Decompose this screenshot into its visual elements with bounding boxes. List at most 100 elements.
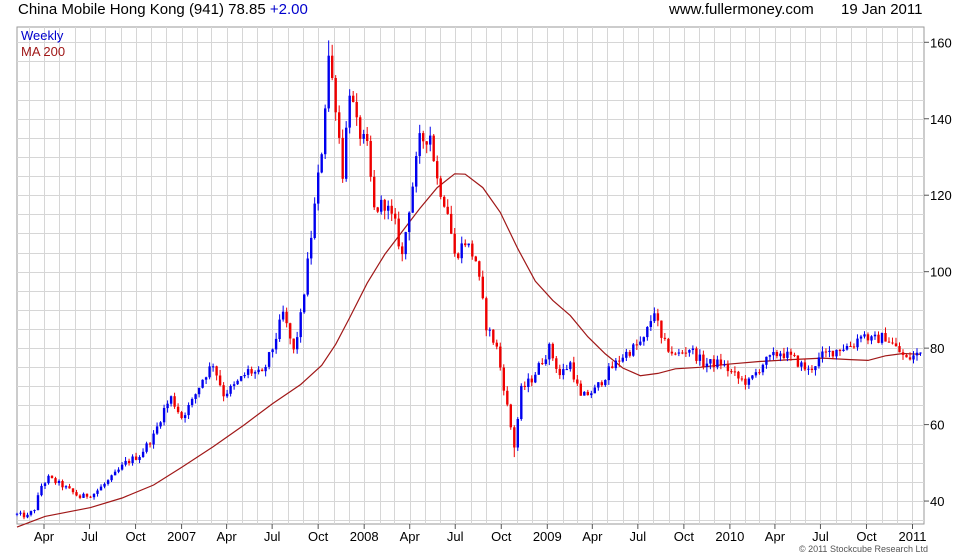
candle-body <box>92 493 96 498</box>
candle-body <box>681 352 684 354</box>
candle-body <box>583 391 586 396</box>
candle-body <box>814 366 817 371</box>
candle-body <box>817 357 821 367</box>
candle-body <box>467 243 470 246</box>
candle-body <box>723 364 726 366</box>
candle-body <box>737 371 740 379</box>
candle-body <box>765 356 768 365</box>
candle-body <box>873 334 877 337</box>
candle-body <box>516 419 519 448</box>
candle-body <box>779 353 782 357</box>
candle-body <box>579 383 582 396</box>
candle-body <box>64 486 68 488</box>
candle-body <box>110 475 113 481</box>
candle-body <box>859 336 863 339</box>
candle-body <box>215 366 218 376</box>
candle-body <box>478 261 481 277</box>
candle-body <box>551 343 554 359</box>
candle-body <box>303 294 306 313</box>
candle-body <box>327 55 330 109</box>
candle-body <box>908 357 912 360</box>
candle-body <box>600 382 603 386</box>
candle-body <box>635 344 638 346</box>
x-tick-label: Oct <box>308 529 329 544</box>
copyright: © 2011 Stockcube Research Ltd <box>798 544 928 554</box>
legend-weekly: Weekly <box>21 28 64 43</box>
candle-body <box>800 362 803 367</box>
candle-body <box>705 363 709 367</box>
candle-body <box>733 371 737 373</box>
candle-body <box>47 475 50 484</box>
candle-body <box>317 172 320 204</box>
candle-body <box>782 353 786 358</box>
candle-body <box>628 351 631 356</box>
candle-body <box>85 493 89 497</box>
candle-body <box>649 321 652 327</box>
x-tick-label: Apr <box>400 529 421 544</box>
candle-body <box>159 422 162 427</box>
candle-body <box>50 475 54 478</box>
candle-body <box>611 366 614 369</box>
candle-body <box>495 342 498 347</box>
candle-body <box>96 490 99 494</box>
candle-body <box>915 352 919 356</box>
candle-body <box>856 338 859 348</box>
candle-body <box>204 377 208 380</box>
candle-body <box>383 199 386 211</box>
candle-body <box>481 276 484 299</box>
candle-body <box>614 360 617 369</box>
x-tick-label: Apr <box>34 529 55 544</box>
candle-body <box>225 393 229 397</box>
candle-body <box>183 415 187 418</box>
candle-body <box>243 375 246 377</box>
price-change: +2.00 <box>269 1 308 18</box>
candle-body <box>464 243 467 246</box>
candle-body <box>789 351 793 355</box>
candle-body <box>33 510 36 512</box>
candle-body <box>281 311 285 320</box>
candle-body <box>768 355 772 357</box>
candle-body <box>148 443 152 445</box>
candle-body <box>68 486 71 489</box>
candle-body <box>674 353 677 355</box>
candle-body <box>485 298 488 331</box>
candle-body <box>415 156 418 187</box>
candle-body <box>313 203 316 238</box>
candle-body <box>324 108 327 155</box>
candle-body <box>569 362 572 370</box>
candle-body <box>702 354 705 367</box>
x-tick-label: Apr <box>765 529 786 544</box>
x-tick-label: Oct <box>856 529 877 544</box>
x-axis: Apr Jul Oct 2007 Apr Jul Oct 2008 Apr Jul Oct 2009 A… <box>34 524 926 544</box>
candle-body <box>845 346 849 350</box>
candle-body <box>565 369 568 371</box>
candle-body <box>366 134 369 141</box>
candle-body <box>884 333 887 342</box>
candle-body <box>852 346 856 348</box>
candle-body <box>646 327 649 338</box>
candle-body <box>534 374 537 383</box>
candle-body <box>905 354 908 358</box>
candle-body <box>786 351 789 358</box>
candle-body <box>260 369 264 372</box>
x-tick-label: Jul <box>630 529 647 544</box>
x-tick-label: Oct <box>125 529 146 544</box>
x-tick-label: Oct <box>674 529 695 544</box>
candle-body <box>180 412 183 418</box>
candle-body <box>751 375 754 379</box>
candle-body <box>19 512 22 514</box>
candle-body <box>176 406 180 413</box>
candle-body <box>253 372 257 374</box>
x-tick-label: Jul <box>447 529 464 544</box>
candle-body <box>821 351 824 358</box>
x-tick-label: 2007 <box>167 529 196 544</box>
candle-body <box>632 344 635 356</box>
candle-body <box>880 333 884 343</box>
candle-body <box>411 186 414 213</box>
candle-body <box>120 464 124 470</box>
candle-body <box>267 352 271 367</box>
candle-body <box>117 469 120 472</box>
candle-body <box>218 375 222 386</box>
candle-body <box>835 349 838 357</box>
candle-body <box>26 514 29 518</box>
